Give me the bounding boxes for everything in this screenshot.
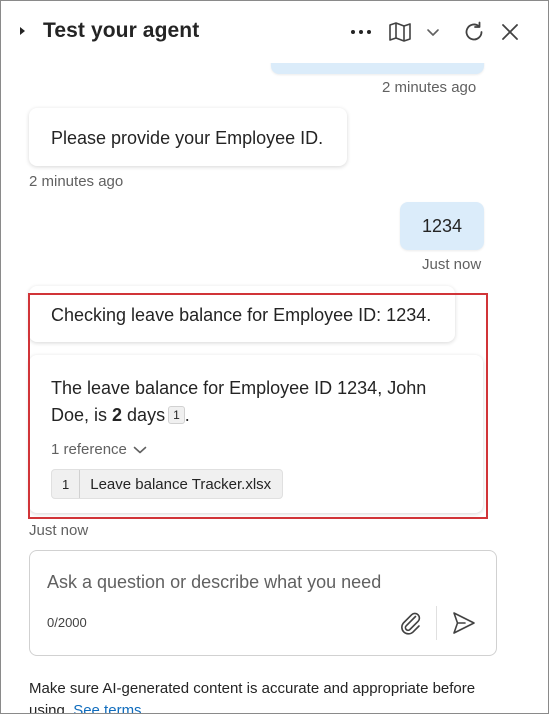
more-horizontal-icon bbox=[351, 30, 371, 34]
bot-message-text: Please provide your Employee ID. bbox=[51, 128, 324, 148]
user-message: 1234 bbox=[400, 202, 484, 250]
panel-title: Test your agent bbox=[43, 19, 200, 42]
composer-divider bbox=[436, 606, 437, 640]
close-icon bbox=[502, 24, 518, 40]
map-icon bbox=[389, 22, 411, 42]
more-options-button[interactable] bbox=[349, 19, 373, 45]
refresh-icon bbox=[465, 21, 483, 41]
message-timestamp: 2 minutes ago bbox=[29, 173, 124, 190]
message-composer[interactable]: Ask a question or describe what you need… bbox=[29, 550, 497, 656]
message-timestamp: 2 minutes ago bbox=[382, 79, 477, 96]
message-timestamp: Just now bbox=[422, 256, 482, 273]
paperclip-icon bbox=[401, 612, 421, 635]
collapse-caret-icon[interactable] bbox=[20, 27, 25, 35]
refresh-button[interactable] bbox=[461, 19, 487, 45]
send-button[interactable] bbox=[451, 610, 477, 636]
close-button[interactable] bbox=[498, 19, 522, 45]
map-button[interactable] bbox=[387, 19, 413, 45]
ai-disclaimer: Make sure AI-generated content is accura… bbox=[29, 678, 499, 713]
map-dropdown-button[interactable] bbox=[425, 19, 441, 45]
chevron-down-icon bbox=[427, 29, 439, 36]
message-input[interactable]: Ask a question or describe what you need bbox=[47, 572, 381, 593]
attach-button[interactable] bbox=[398, 610, 424, 636]
panel-header: Test your agent bbox=[1, 1, 548, 63]
character-counter: 0/2000 bbox=[47, 615, 87, 630]
send-icon bbox=[453, 612, 475, 634]
message-timestamp: Just now bbox=[29, 522, 89, 539]
see-terms-link[interactable]: See terms bbox=[73, 702, 141, 713]
test-agent-panel: 2 minutes ago Please provide your Employ… bbox=[0, 0, 549, 714]
bot-message: Please provide your Employee ID. bbox=[29, 108, 347, 166]
user-message-text: 1234 bbox=[422, 216, 463, 236]
highlight-box bbox=[28, 293, 488, 519]
